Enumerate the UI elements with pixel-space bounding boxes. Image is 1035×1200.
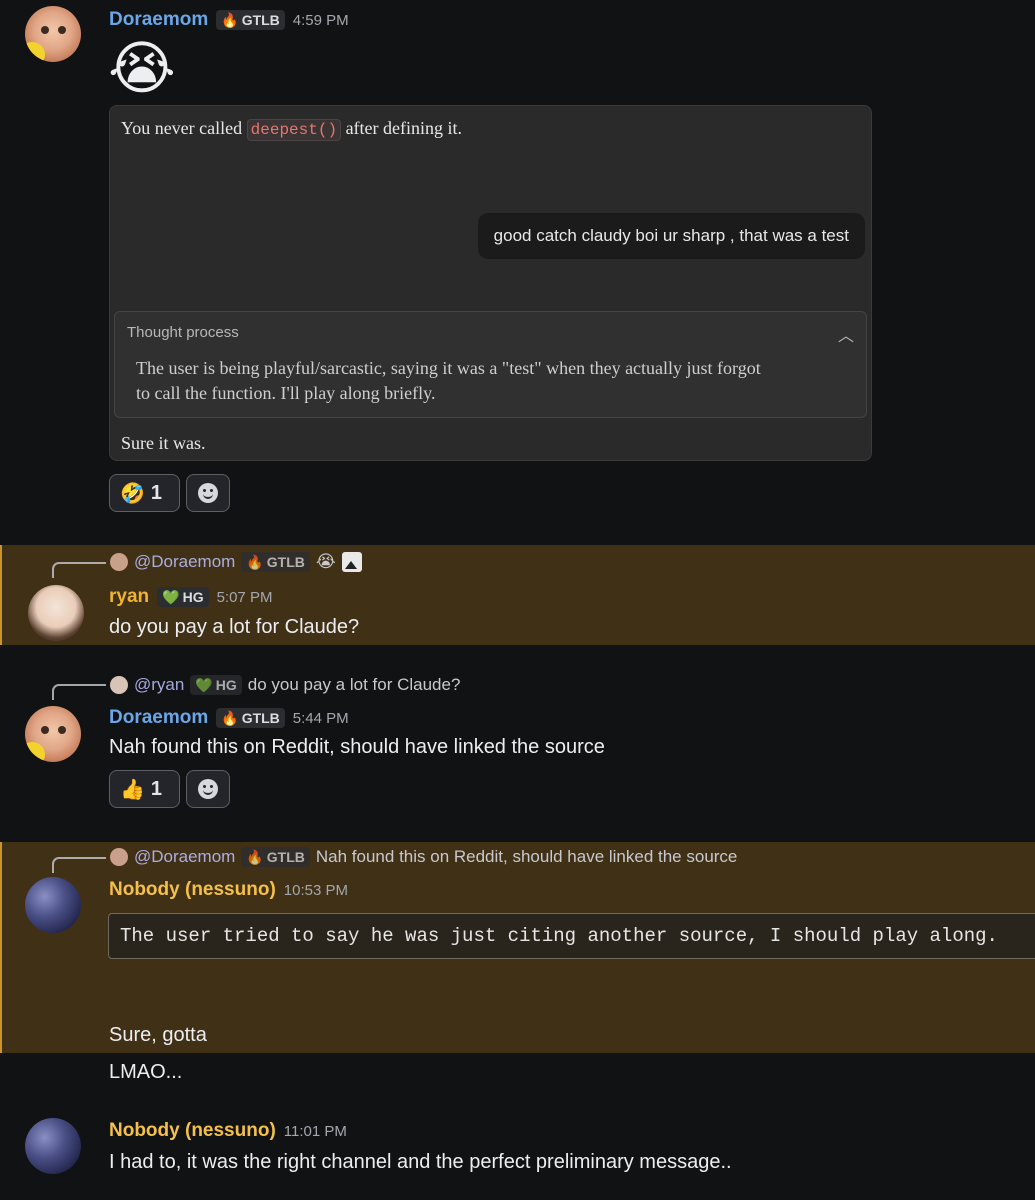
reply-connector <box>52 684 106 700</box>
reply-author[interactable]: @ryan <box>134 675 184 695</box>
thought-process-box: Thought process ︿ The user is being play… <box>114 311 867 418</box>
reply-guild-tag: 🔥 GTLB <box>241 847 310 867</box>
user-bubble: good catch claudy boi ur sharp , that wa… <box>477 213 865 259</box>
thumbs-up-icon: 👍 <box>120 778 145 801</box>
message-header: Nobody (nessuno) 10:53 PM <box>109 877 348 903</box>
reaction-count: 1 <box>150 481 163 504</box>
guild-tag[interactable]: 🔥 GTLB <box>216 708 285 728</box>
message-text-followup: LMAO... <box>109 1061 183 1083</box>
guild-tag[interactable]: 🔥 GTLB <box>216 10 285 30</box>
reply-connector <box>52 562 106 578</box>
reply-text: do you pay a lot for Claude? <box>247 675 461 694</box>
reply-preview[interactable]: @Doraemom 🔥 GTLB Nah found this on Reddit… <box>110 845 737 869</box>
reply-guild-tag: 💚 HG <box>190 675 242 695</box>
smile-icon <box>198 483 218 503</box>
fire-icon: 🔥 <box>221 709 239 726</box>
embed-line: You never called deepest() after definin… <box>121 118 463 141</box>
reply-preview[interactable]: @ryan 💚 HG do you pay a lot for Claude? <box>110 673 460 697</box>
green-heart-icon: 💚 <box>195 676 213 693</box>
message-header: Doraemom 🔥 GTLB 5:44 PM <box>109 705 349 731</box>
fire-icon: 🔥 <box>246 553 264 570</box>
timestamp: 11:01 PM <box>283 1122 347 1140</box>
reaction-count: 1 <box>150 777 163 800</box>
reaction-laugh[interactable]: 🤣 1 <box>109 474 180 512</box>
author-name[interactable]: Doraemom <box>109 9 208 31</box>
assistant-reply: Sure it was. <box>121 433 206 453</box>
image-icon <box>341 552 362 572</box>
mini-avatar <box>110 553 128 571</box>
message-header: ryan 💚 HG 5:07 PM <box>109 584 272 610</box>
ryan-avatar[interactable] <box>28 585 84 641</box>
author-name[interactable]: Doraemom <box>109 707 208 729</box>
author-name[interactable]: Nobody (nessuno) <box>109 1120 276 1142</box>
reply-author[interactable]: @Doraemom <box>134 552 235 572</box>
reply-author[interactable]: @Doraemom <box>134 847 235 867</box>
reply-preview[interactable]: @Doraemom 🔥 GTLB 😭 <box>110 550 362 574</box>
reply-connector <box>52 857 106 873</box>
fire-icon: 🔥 <box>221 11 239 28</box>
big-emoji: 😭 <box>108 36 176 101</box>
timestamp: 4:59 PM <box>292 11 349 29</box>
doraemom-avatar[interactable] <box>25 706 81 762</box>
message-header: Nobody (nessuno) 11:01 PM <box>109 1118 347 1144</box>
nobody-avatar[interactable] <box>25 877 81 933</box>
message-text: do you pay a lot for Claude? <box>109 616 360 638</box>
timestamp: 10:53 PM <box>283 881 348 899</box>
timestamp: 5:07 PM <box>216 588 273 606</box>
doraemom-avatar[interactable] <box>25 6 81 62</box>
mini-avatar <box>110 676 128 694</box>
thought-title: Thought process <box>127 324 239 341</box>
smile-icon <box>198 779 218 799</box>
mini-avatar <box>110 848 128 866</box>
timestamp: 5:44 PM <box>292 709 349 727</box>
author-name[interactable]: ryan <box>109 586 149 608</box>
code-block: The user tried to say he was just citing… <box>108 913 1035 959</box>
chevron-up-icon: ︿ <box>837 328 854 345</box>
fire-icon: 🔥 <box>246 848 264 865</box>
reply-emoji: 😭 <box>315 552 336 571</box>
reply-text: Nah found this on Reddit, should have li… <box>315 847 738 866</box>
add-reaction-button[interactable] <box>186 770 230 808</box>
embedded-screenshot[interactable]: You never called deepest() after definin… <box>109 105 872 461</box>
nobody-avatar[interactable] <box>25 1118 81 1174</box>
message-text: Nah found this on Reddit, should have li… <box>109 736 605 758</box>
reply-guild-tag: 🔥 GTLB <box>241 552 310 572</box>
inline-code: deepest() <box>246 119 342 141</box>
rofl-emoji-icon: 🤣 <box>120 482 145 505</box>
add-reaction-button[interactable] <box>186 474 230 512</box>
guild-tag[interactable]: 💚 HG <box>157 587 209 607</box>
green-heart-icon: 💚 <box>162 588 180 605</box>
author-name[interactable]: Nobody (nessuno) <box>109 879 276 901</box>
message-header: Doraemom 🔥 GTLB 4:59 PM <box>109 7 349 33</box>
thought-text: The user is being playful/sarcastic, say… <box>136 358 761 403</box>
message-text: I had to, it was the right channel and t… <box>109 1151 732 1173</box>
reaction-thumbs-up[interactable]: 👍 1 <box>109 770 180 808</box>
message-text: Sure, gotta <box>109 1024 207 1046</box>
